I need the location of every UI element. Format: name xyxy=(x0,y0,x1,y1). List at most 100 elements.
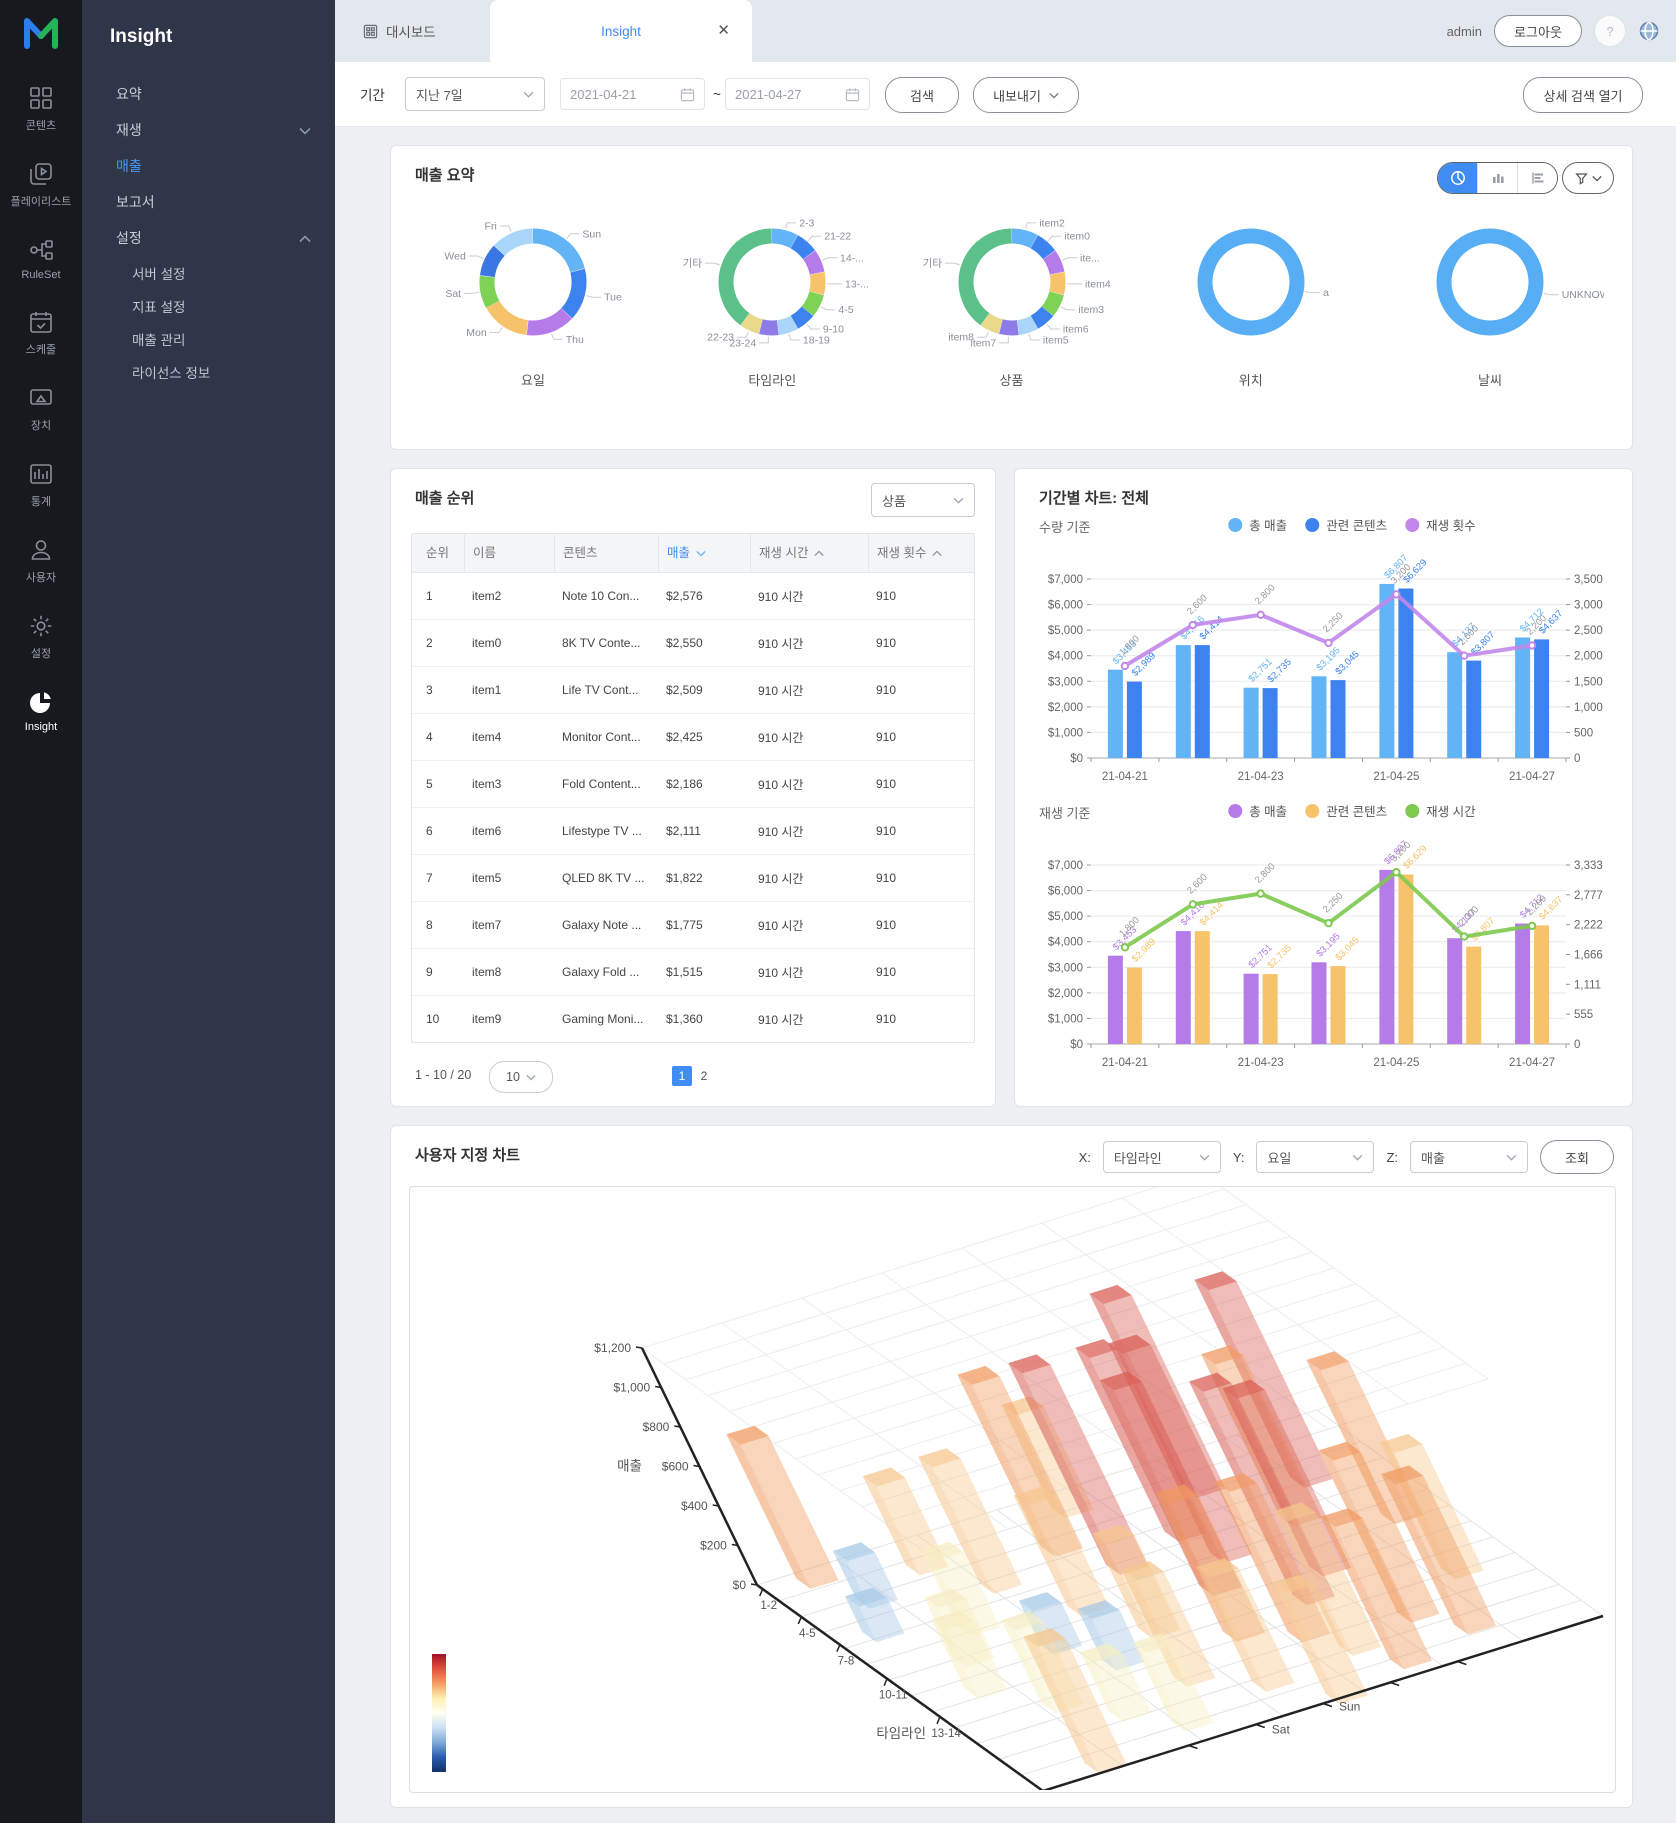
date-to-value: 2021-04-27 xyxy=(735,87,802,102)
table-cell: 910 xyxy=(868,620,975,666)
table-row[interactable]: 6item6Lifestype TV ...$2,111910 시간910 xyxy=(412,807,974,854)
tab-bar: 대시보드 Insight ✕ admin 로그아웃 ? xyxy=(335,0,1676,63)
chevron-down-icon xyxy=(526,1074,536,1081)
page-button-2[interactable]: 2 xyxy=(694,1066,714,1086)
table-row[interactable]: 5item3Fold Content...$2,186910 시간910 xyxy=(412,760,974,807)
svg-text:Sun: Sun xyxy=(1339,1700,1360,1714)
table-cell: $2,509 xyxy=(658,667,750,713)
table-row[interactable]: 8item7Galaxy Note ...$1,775910 시간910 xyxy=(412,901,974,948)
list-view-button[interactable] xyxy=(1517,163,1557,193)
advanced-search-button[interactable]: 상세 검색 열기 xyxy=(1523,77,1643,113)
legend-item[interactable]: 재생 횟수 xyxy=(1405,515,1475,534)
period-select[interactable]: 지난 7일 xyxy=(405,77,545,111)
z-axis-select[interactable]: 매출 xyxy=(1410,1141,1528,1173)
rail-item-장치[interactable]: 장치 xyxy=(11,385,72,433)
table-cell: Gaming Moni... xyxy=(554,996,658,1042)
sidebar-item-지표 설정[interactable]: 지표 설정 xyxy=(82,289,335,322)
rail-item-사용자[interactable]: 사용자 xyxy=(11,537,72,585)
table-cell: Galaxy Fold ... xyxy=(554,949,658,995)
chevron-down-icon xyxy=(299,122,311,138)
rail-item-설정[interactable]: 설정 xyxy=(11,613,72,661)
close-icon[interactable]: ✕ xyxy=(717,21,730,39)
sidebar-item-요약[interactable]: 요약 xyxy=(82,76,335,112)
column-header-재생 횟수[interactable]: 재생 횟수 xyxy=(868,534,975,572)
export-button[interactable]: 내보내기 xyxy=(973,77,1079,113)
legend-item[interactable]: 총 매출 xyxy=(1228,515,1287,534)
sidebar-item-설정[interactable]: 설정 xyxy=(82,220,335,256)
table-row[interactable]: 1item2Note 10 Con...$2,576910 시간910 xyxy=(412,573,974,619)
rail-item-RuleSet[interactable]: RuleSet xyxy=(11,237,72,281)
logout-button[interactable]: 로그아웃 xyxy=(1494,15,1582,47)
page-size-select[interactable]: 10 xyxy=(489,1061,553,1093)
page-button-1[interactable]: 1 xyxy=(672,1066,692,1086)
tab-dashboard[interactable]: 대시보드 xyxy=(363,0,436,62)
table-cell: $1,775 xyxy=(658,902,750,948)
donut-상품: item2item0ite...item4item3item6item5item… xyxy=(898,202,1126,389)
sidebar-item-보고서[interactable]: 보고서 xyxy=(82,184,335,220)
sidebar-item-재생[interactable]: 재생 xyxy=(82,112,335,148)
bar-view-button[interactable] xyxy=(1477,163,1517,193)
ranking-table: 순위이름콘텐츠매출재생 시간재생 횟수 1item2Note 10 Con...… xyxy=(411,533,975,1043)
rail-item-Insight[interactable]: Insight xyxy=(11,689,72,733)
table-cell: Fold Content... xyxy=(554,761,658,807)
legend-item[interactable]: 관련 콘텐츠 xyxy=(1305,515,1387,534)
legend-item[interactable]: 관련 콘텐츠 xyxy=(1305,801,1387,820)
chevron-down-icon xyxy=(1592,175,1602,182)
svg-text:2,222: 2,222 xyxy=(1574,920,1603,932)
date-to-input[interactable]: 2021-04-27 xyxy=(725,78,870,110)
sidebar-item-서버 설정[interactable]: 서버 설정 xyxy=(82,256,335,289)
svg-text:$1,000: $1,000 xyxy=(613,1381,650,1395)
rail-item-label: 통계 xyxy=(31,493,51,509)
sort-up-icon xyxy=(932,534,942,572)
help-button[interactable]: ? xyxy=(1594,15,1626,47)
x-axis-select[interactable]: 타임라인 xyxy=(1103,1141,1221,1173)
column-header-콘텐츠[interactable]: 콘텐츠 xyxy=(554,534,658,572)
table-row[interactable]: 10item9Gaming Moni...$1,360910 시간910 xyxy=(412,995,974,1042)
app-logo[interactable] xyxy=(19,12,63,57)
table-cell: 910 시간 xyxy=(750,620,868,666)
search-button[interactable]: 검색 xyxy=(885,77,959,113)
globe-icon[interactable] xyxy=(1638,20,1660,42)
column-header-재생 시간[interactable]: 재생 시간 xyxy=(750,534,868,572)
chevron-up-icon xyxy=(299,230,311,246)
query-button[interactable]: 조회 xyxy=(1540,1140,1614,1174)
table-row[interactable]: 2item08K TV Conte...$2,550910 시간910 xyxy=(412,619,974,666)
rail-item-통계[interactable]: 통계 xyxy=(11,461,72,509)
sidebar-item-매출[interactable]: 매출 xyxy=(82,148,335,184)
svg-text:Thu: Thu xyxy=(566,334,584,346)
table-row[interactable]: 9item8Galaxy Fold ...$1,515910 시간910 xyxy=(412,948,974,995)
legend-dot xyxy=(1305,518,1319,532)
pie-view-button[interactable] xyxy=(1438,163,1477,193)
legend-label: 재생 횟수 xyxy=(1426,515,1475,534)
table-row[interactable]: 7item5QLED 8K TV ...$1,822910 시간910 xyxy=(412,854,974,901)
table-row[interactable]: 3item1Life TV Cont...$2,509910 시간910 xyxy=(412,666,974,713)
legend-item[interactable]: 총 매출 xyxy=(1228,801,1287,820)
column-header-이름[interactable]: 이름 xyxy=(464,534,554,572)
tab-insight[interactable]: Insight ✕ xyxy=(490,0,752,62)
svg-text:$200: $200 xyxy=(700,1539,727,1553)
rail-item-콘텐츠[interactable]: 콘텐츠 xyxy=(11,85,72,133)
svg-text:0: 0 xyxy=(1574,1039,1580,1051)
svg-text:Fri: Fri xyxy=(485,221,497,233)
svg-text:$0: $0 xyxy=(1070,1039,1083,1051)
summary-filter-button[interactable] xyxy=(1562,162,1614,194)
svg-text:0: 0 xyxy=(1574,753,1580,765)
legend-dot xyxy=(1305,804,1319,818)
sidebar-item-매출 관리[interactable]: 매출 관리 xyxy=(82,322,335,355)
ranking-category-select[interactable]: 상품 xyxy=(871,483,975,517)
legend-item[interactable]: 재생 시간 xyxy=(1405,801,1475,820)
table-cell: 3 xyxy=(412,667,464,713)
tab-insight-label: Insight xyxy=(601,24,641,39)
date-from-input[interactable]: 2021-04-21 xyxy=(560,78,705,110)
bar-chart-icon xyxy=(1490,170,1506,186)
y-axis-select[interactable]: 요일 xyxy=(1256,1141,1374,1173)
table-cell: 910 시간 xyxy=(750,949,868,995)
sidebar-item-라이선스 정보[interactable]: 라이선스 정보 xyxy=(82,355,335,388)
rail-item-플레이리스트[interactable]: 플레이리스트 xyxy=(11,161,72,209)
column-header-매출[interactable]: 매출 xyxy=(658,534,750,572)
sidebar-item-label: 지표 설정 xyxy=(132,296,185,316)
column-header-순위[interactable]: 순위 xyxy=(412,534,464,572)
rail-item-스케줄[interactable]: 스케줄 xyxy=(11,309,72,357)
table-row[interactable]: 4item4Monitor Cont...$2,425910 시간910 xyxy=(412,713,974,760)
grid-icon xyxy=(28,85,54,111)
